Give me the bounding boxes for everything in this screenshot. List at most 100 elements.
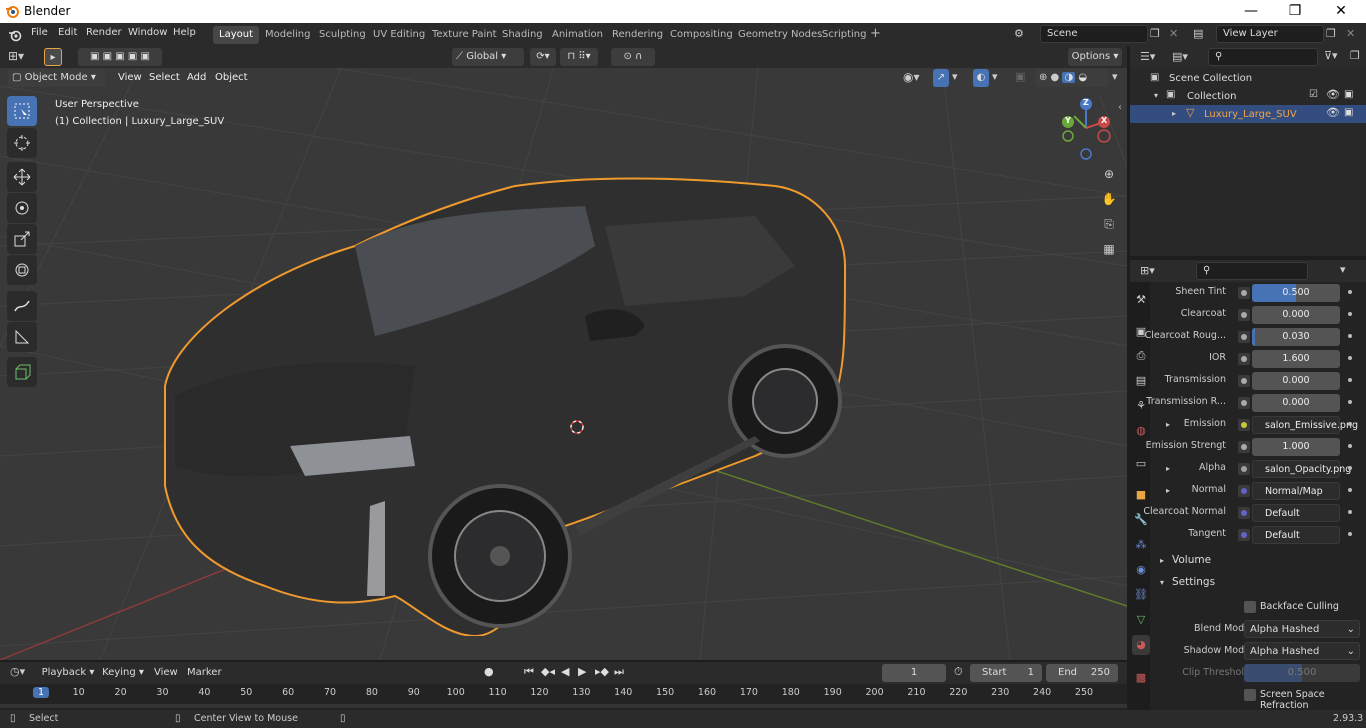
delete-view-layer-icon[interactable]: ✕ bbox=[1346, 27, 1355, 40]
tool-select-box[interactable] bbox=[7, 96, 37, 126]
tab-geometry-nodes[interactable]: Geometry Nodes bbox=[732, 26, 828, 44]
timeline-scrollbar[interactable] bbox=[0, 704, 1127, 708]
keyframe-dot-icon[interactable] bbox=[1348, 488, 1352, 492]
socket-icon[interactable] bbox=[1238, 507, 1250, 519]
ortho-grid-icon[interactable]: ▦ bbox=[1098, 238, 1120, 260]
volume-section-header[interactable]: Volume bbox=[1172, 554, 1211, 566]
tab-texture-paint[interactable]: Texture Paint bbox=[426, 26, 503, 44]
view-layer-icon[interactable]: ▤ bbox=[1193, 27, 1203, 40]
property-link-field[interactable]: Normal/Map bbox=[1252, 482, 1340, 500]
property-value-field[interactable]: 1.000 bbox=[1252, 438, 1340, 456]
collection-expand-icon[interactable]: ▾ bbox=[1154, 91, 1158, 100]
keyframe-dot-icon[interactable] bbox=[1348, 290, 1352, 294]
property-link-field[interactable]: salon_Emissive.png bbox=[1252, 416, 1358, 434]
property-value-field[interactable]: 0.000 bbox=[1252, 394, 1340, 412]
properties-options-icon[interactable]: ▾ bbox=[1340, 263, 1346, 276]
gizmo-dropdown-icon[interactable]: ▾ bbox=[952, 70, 958, 83]
jump-end-icon[interactable]: ⏭ bbox=[614, 665, 624, 679]
tool-cursor[interactable] bbox=[7, 128, 37, 158]
viewport-menu-add[interactable]: Add bbox=[187, 72, 206, 83]
socket-icon[interactable] bbox=[1238, 485, 1250, 497]
editor-type-icon[interactable]: ⊞▾ bbox=[8, 49, 24, 63]
particles-tab-icon[interactable]: ⁂ bbox=[1132, 535, 1150, 555]
outliner-editor-icon[interactable]: ☰▾ bbox=[1140, 50, 1155, 63]
outliner-search-input[interactable]: ⚲ bbox=[1208, 48, 1318, 66]
keyframe-dot-icon[interactable] bbox=[1348, 312, 1352, 316]
expand-icon[interactable]: ▸ bbox=[1166, 486, 1170, 495]
blender-menu-icon[interactable] bbox=[8, 28, 22, 42]
scene-icon[interactable]: ⚙ bbox=[1014, 27, 1024, 40]
timeline-editor-icon[interactable]: ◷▾ bbox=[10, 665, 25, 678]
select-tool-icon[interactable]: ▸ bbox=[44, 48, 62, 66]
tool-annotate[interactable] bbox=[7, 291, 37, 321]
object-eye-icon[interactable]: 👁 bbox=[1326, 106, 1340, 119]
socket-icon[interactable] bbox=[1238, 397, 1250, 409]
shadow-mode-dropdown[interactable]: Alpha Hashed ⌄ bbox=[1244, 642, 1360, 660]
blend-mode-dropdown[interactable]: Alpha Hashed ⌄ bbox=[1244, 620, 1360, 638]
timeline-view-menu[interactable]: View bbox=[154, 667, 178, 678]
mode-dropdown[interactable]: ▢ Object Mode ▾ bbox=[8, 69, 106, 87]
keyframe-dot-icon[interactable] bbox=[1348, 510, 1352, 514]
menu-help[interactable]: Help bbox=[173, 27, 196, 38]
viewport-menu-select[interactable]: Select bbox=[149, 72, 180, 83]
3d-viewport[interactable]: ⊞▾ ▸ ▣ ▣ ▣ ▣ ▣ ⟋ Global ▾ ⟳▾ ⊓ ⠿▾ ⊙ ∩ Op… bbox=[0, 46, 1127, 660]
start-frame-field[interactable]: Start 1 bbox=[970, 664, 1042, 682]
display-mode-icon[interactable]: ▤▾ bbox=[1172, 50, 1188, 63]
texture-tab-icon[interactable]: ▩ bbox=[1132, 668, 1150, 688]
properties-search-input[interactable]: ⚲ bbox=[1196, 262, 1308, 280]
collection-label[interactable]: Collection bbox=[1187, 91, 1236, 102]
tool-tab-icon[interactable]: ⚒ bbox=[1132, 290, 1150, 310]
socket-icon[interactable] bbox=[1238, 419, 1250, 431]
tool-transform[interactable] bbox=[7, 255, 37, 285]
timeline-marker-menu[interactable]: Marker bbox=[187, 667, 222, 678]
3d-cursor-icon[interactable] bbox=[568, 418, 586, 436]
keyframe-dot-icon[interactable] bbox=[1348, 378, 1352, 382]
gizmo-toggle-icon[interactable]: ↗ bbox=[933, 69, 949, 87]
clip-threshold-slider[interactable]: 0.500 bbox=[1244, 664, 1360, 682]
current-frame-field[interactable]: 1 bbox=[882, 664, 946, 682]
physics-tab-icon[interactable]: ◉ bbox=[1132, 560, 1150, 580]
play-icon[interactable]: ▶ bbox=[578, 665, 586, 678]
menu-render[interactable]: Render bbox=[86, 27, 122, 38]
keying-menu[interactable]: Keying ▾ bbox=[100, 664, 146, 682]
jump-start-icon[interactable]: ⏮ bbox=[524, 665, 534, 679]
viewport-menu-view[interactable]: View bbox=[118, 72, 142, 83]
camera-view-icon[interactable]: ⎘ bbox=[1098, 213, 1120, 235]
prev-keyframe-icon[interactable]: ◆◂ bbox=[541, 665, 555, 678]
socket-icon[interactable] bbox=[1238, 353, 1250, 365]
socket-icon[interactable] bbox=[1238, 331, 1250, 343]
constraints-tab-icon[interactable]: ⛓ bbox=[1132, 585, 1150, 605]
menu-edit[interactable]: Edit bbox=[58, 27, 77, 38]
view-layer-field[interactable]: View Layer bbox=[1216, 25, 1324, 43]
new-view-layer-icon[interactable]: ❐ bbox=[1326, 27, 1336, 40]
overlays-dropdown-icon[interactable]: ▾ bbox=[992, 70, 998, 83]
play-reverse-icon[interactable]: ◀ bbox=[561, 665, 569, 678]
property-link-field[interactable]: salon_Opacity.png bbox=[1252, 460, 1351, 478]
shading-mode-buttons[interactable]: ⊕ ● ◑ ◒ bbox=[1036, 69, 1108, 87]
property-value-field[interactable]: 0.500 bbox=[1252, 284, 1340, 302]
menu-file[interactable]: File bbox=[31, 27, 48, 38]
tab-rendering[interactable]: Rendering bbox=[606, 26, 669, 44]
select-mode-buttons[interactable]: ▣ ▣ ▣ ▣ ▣ bbox=[78, 48, 162, 66]
tool-move[interactable] bbox=[7, 162, 37, 192]
keyframe-dot-icon[interactable] bbox=[1348, 444, 1352, 448]
volume-expand-icon[interactable]: ▸ bbox=[1160, 556, 1164, 565]
overlays-toggle-icon[interactable]: ◐ bbox=[973, 69, 989, 87]
tool-rotate[interactable] bbox=[7, 193, 37, 223]
proportional-edit-icon[interactable]: ⊙ ∩ bbox=[611, 48, 655, 66]
suv-model[interactable] bbox=[155, 136, 855, 636]
maximize-button[interactable]: ❐ bbox=[1272, 1, 1318, 23]
keyframe-dot-icon[interactable] bbox=[1348, 356, 1352, 360]
end-frame-field[interactable]: End 250 bbox=[1046, 664, 1118, 682]
new-collection-icon[interactable]: ❐ bbox=[1350, 49, 1360, 62]
output-tab-icon[interactable]: ⎙ bbox=[1132, 346, 1150, 366]
tab-uv-editing[interactable]: UV Editing bbox=[367, 26, 431, 44]
object-name-label[interactable]: Luxury_Large_SUV bbox=[1204, 109, 1297, 120]
world-tab-icon[interactable]: ◍ bbox=[1132, 421, 1150, 441]
tab-compositing[interactable]: Compositing bbox=[664, 26, 739, 44]
filter-icon[interactable]: ⊽▾ bbox=[1324, 49, 1338, 62]
minimize-button[interactable]: — bbox=[1228, 1, 1274, 23]
keyframe-dot-icon[interactable] bbox=[1348, 532, 1352, 536]
tab-scripting[interactable]: Scripting bbox=[816, 26, 872, 44]
tool-measure[interactable] bbox=[7, 322, 37, 352]
